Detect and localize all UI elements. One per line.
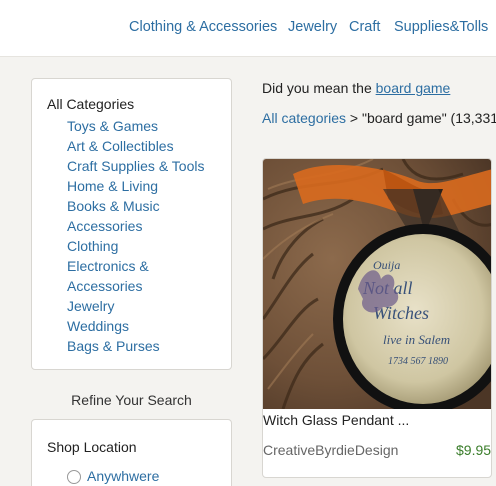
category-jewelry[interactable]: Jewelry xyxy=(67,296,204,316)
nav-jewelry[interactable]: Jewelry xyxy=(288,19,337,35)
svg-text:live in Salem: live in Salem xyxy=(383,332,450,347)
did-you-mean-prefix: Did you mean the xyxy=(262,80,376,96)
anywhere-radio[interactable] xyxy=(67,470,81,484)
nav-clothing-accessories[interactable]: Clothing & Accessories xyxy=(129,19,277,35)
product-title[interactable]: Witch Glass Pendant ... xyxy=(263,412,409,428)
anywhere-label[interactable]: Anywhwere xyxy=(87,468,159,484)
breadcrumb-query: > "board game" (13,331 xyxy=(346,110,496,126)
witch-pendant-image: Ouija Not all Witches live in Salem 1734… xyxy=(263,159,491,409)
suggestion-link[interactable]: board game xyxy=(376,80,451,96)
category-bags-purses[interactable]: Bags & Purses xyxy=(67,336,204,356)
shop-location-panel: Shop Location Anywhwere xyxy=(31,419,232,486)
category-electronics-accessories-line1[interactable]: Electronics & xyxy=(67,256,204,276)
svg-text:Ouija: Ouija xyxy=(373,258,400,272)
category-weddings[interactable]: Weddings xyxy=(67,316,204,336)
category-books-music[interactable]: Books & Music xyxy=(67,196,204,216)
breadcrumb: All categories > "board game" (13,331 xyxy=(262,110,496,126)
all-categories-label[interactable]: All Categories xyxy=(47,96,134,112)
category-accessories[interactable]: Accessories xyxy=(67,216,204,236)
product-card[interactable]: Ouija Not all Witches live in Salem 1734… xyxy=(262,158,492,478)
category-toys-games[interactable]: Toys & Games xyxy=(67,116,204,136)
top-navigation: Clothing & Accessories Jewelry Craft Sup… xyxy=(0,0,496,57)
category-panel: All Categories Toys & Games Art & Collec… xyxy=(31,78,232,370)
nav-supplies-tolls[interactable]: Supplies&Tolls xyxy=(394,19,488,35)
product-shop-name[interactable]: CreativeByrdieDesign xyxy=(263,442,398,458)
category-craft-supplies-tools[interactable]: Craft Supplies & Tools xyxy=(67,156,204,176)
category-clothing[interactable]: Clothing xyxy=(67,236,204,256)
did-you-mean: Did you mean the board game xyxy=(262,80,450,96)
svg-text:1734 567 1890: 1734 567 1890 xyxy=(388,356,448,367)
product-image[interactable]: Ouija Not all Witches live in Salem 1734… xyxy=(263,159,491,409)
product-price: $9.95 xyxy=(456,442,492,458)
shop-location-title: Shop Location xyxy=(47,439,137,455)
category-art-collectibles[interactable]: Art & Collectibles xyxy=(67,136,204,156)
breadcrumb-all-categories[interactable]: All categories xyxy=(262,110,346,126)
refine-search-heading: Refine Your Search xyxy=(71,392,192,408)
category-electronics-accessories-line2[interactable]: Accessories xyxy=(67,276,204,296)
category-list: Toys & Games Art & Collectibles Craft Su… xyxy=(67,116,204,356)
category-home-living[interactable]: Home & Living xyxy=(67,176,204,196)
nav-craft[interactable]: Craft xyxy=(349,19,380,35)
